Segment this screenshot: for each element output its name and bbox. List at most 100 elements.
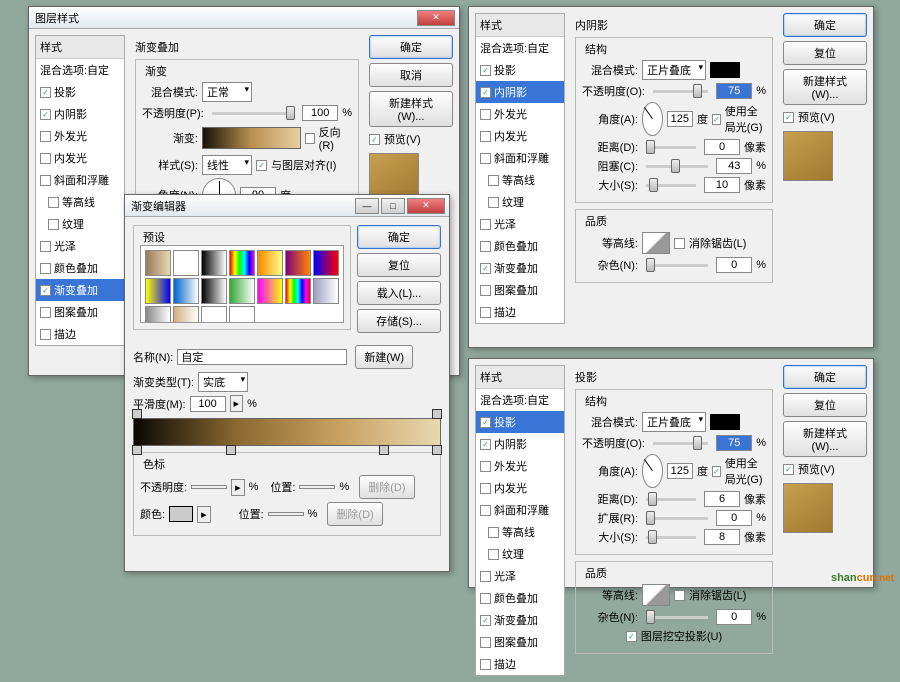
gradient-preset[interactable] [313, 278, 339, 304]
style-item[interactable]: 图案叠加 [36, 301, 124, 323]
gradient-preset[interactable] [257, 278, 283, 304]
style-check[interactable] [40, 241, 51, 252]
contour-picker[interactable] [642, 232, 670, 254]
gradient-bar[interactable] [133, 418, 441, 446]
titlebar[interactable]: 渐变编辑器 —□✕ [125, 195, 449, 217]
style-item[interactable]: 描边 [476, 653, 564, 675]
reset-button[interactable]: 复位 [357, 253, 441, 277]
save-button[interactable]: 存储(S)... [357, 309, 441, 333]
style-item[interactable]: 外发光 [36, 125, 124, 147]
style-item[interactable]: 描边 [476, 301, 564, 323]
gradient-preset[interactable] [229, 278, 255, 304]
style-item[interactable]: 颜色叠加 [36, 257, 124, 279]
gradient-preset[interactable] [173, 306, 199, 323]
close-icon[interactable]: ✕ [407, 198, 445, 214]
style-item[interactable]: 等高线 [476, 169, 564, 191]
style-item[interactable]: 内发光 [476, 125, 564, 147]
style-item[interactable]: 纹理 [476, 191, 564, 213]
reset-button[interactable]: 复位 [783, 393, 867, 417]
gradient-preset[interactable] [145, 250, 171, 276]
style-select[interactable]: 线性 [202, 155, 252, 175]
style-item[interactable]: 光泽 [476, 213, 564, 235]
style-check[interactable] [40, 175, 51, 186]
gradient-preset[interactable] [285, 278, 311, 304]
close-icon[interactable]: ✕ [417, 10, 455, 26]
gradient-preset[interactable] [201, 306, 227, 323]
gradient-preset[interactable] [285, 250, 311, 276]
style-item[interactable]: 光泽 [36, 235, 124, 257]
style-item[interactable]: 内阴影 [476, 81, 564, 103]
gradient-preset[interactable] [201, 250, 227, 276]
align-check[interactable] [256, 160, 267, 171]
style-item[interactable]: 图案叠加 [476, 279, 564, 301]
ok-button[interactable]: 确定 [783, 365, 867, 389]
gradient-picker[interactable] [202, 127, 301, 149]
style-item[interactable]: 光泽 [476, 565, 564, 587]
gradient-preset[interactable] [145, 278, 171, 304]
newstyle-button[interactable]: 新建样式(W)... [369, 91, 453, 127]
color-swatch[interactable] [710, 62, 740, 78]
style-item[interactable]: 内阴影 [476, 433, 564, 455]
blend-mode-select[interactable]: 正常 [202, 82, 252, 102]
newstyle-button[interactable]: 新建样式(W)... [783, 421, 867, 457]
load-button[interactable]: 载入(L)... [357, 281, 441, 305]
blend-options[interactable]: 混合选项:自定 [36, 59, 124, 81]
style-item[interactable]: 颜色叠加 [476, 587, 564, 609]
newstyle-button[interactable]: 新建样式(W)... [783, 69, 867, 105]
style-item[interactable]: 内阴影 [36, 103, 124, 125]
style-item[interactable]: 渐变叠加 [476, 257, 564, 279]
style-check[interactable] [40, 285, 51, 296]
style-item[interactable]: 描边 [36, 323, 124, 345]
ok-button[interactable]: 确定 [357, 225, 441, 249]
opacity-input[interactable]: 100 [302, 105, 338, 121]
style-item[interactable]: 纹理 [476, 543, 564, 565]
style-check[interactable] [48, 197, 59, 208]
new-button[interactable]: 新建(W) [355, 345, 413, 369]
style-item[interactable]: 投影 [36, 81, 124, 103]
style-check[interactable] [40, 263, 51, 274]
style-check[interactable] [40, 131, 51, 142]
gradient-preset[interactable] [229, 250, 255, 276]
smooth-input[interactable]: 100 [190, 396, 226, 412]
style-item[interactable]: 外发光 [476, 455, 564, 477]
gradient-preset[interactable] [173, 250, 199, 276]
gradient-preset[interactable] [201, 278, 227, 304]
gradient-preset[interactable] [313, 250, 339, 276]
style-check[interactable] [40, 109, 51, 120]
style-item[interactable]: 内发光 [36, 147, 124, 169]
style-item[interactable]: 纹理 [36, 213, 124, 235]
reset-button[interactable]: 复位 [783, 41, 867, 65]
gradient-preset[interactable] [145, 306, 171, 323]
style-item[interactable]: 渐变叠加 [36, 279, 124, 301]
style-item[interactable]: 颜色叠加 [476, 235, 564, 257]
gradtype-select[interactable]: 实底 [198, 372, 248, 392]
cancel-button[interactable]: 取消 [369, 63, 453, 87]
reverse-check[interactable] [305, 133, 315, 144]
style-item[interactable]: 斜面和浮雕 [36, 169, 124, 191]
preview-check[interactable] [369, 134, 380, 145]
maximize-icon[interactable]: □ [381, 198, 405, 214]
style-item[interactable]: 渐变叠加 [476, 609, 564, 631]
style-item[interactable]: 投影 [476, 59, 564, 81]
ok-button[interactable]: 确定 [369, 35, 453, 59]
style-item[interactable]: 外发光 [476, 103, 564, 125]
opacity-slider[interactable] [212, 112, 294, 115]
style-item[interactable]: 等高线 [476, 521, 564, 543]
style-item[interactable]: 等高线 [36, 191, 124, 213]
minimize-icon[interactable]: — [355, 198, 379, 214]
ok-button[interactable]: 确定 [783, 13, 867, 37]
style-item[interactable]: 图案叠加 [476, 631, 564, 653]
style-check[interactable] [40, 307, 51, 318]
gradient-preset[interactable] [173, 278, 199, 304]
style-item[interactable]: 投影 [476, 411, 564, 433]
style-check[interactable] [48, 219, 59, 230]
style-check[interactable] [40, 87, 51, 98]
style-item[interactable]: 斜面和浮雕 [476, 499, 564, 521]
titlebar[interactable]: 图层样式 ✕ [29, 7, 459, 29]
style-item[interactable]: 斜面和浮雕 [476, 147, 564, 169]
name-input[interactable] [177, 349, 347, 365]
style-check[interactable] [40, 329, 51, 340]
style-item[interactable]: 内发光 [476, 477, 564, 499]
gradient-preset[interactable] [229, 306, 255, 323]
blend-select[interactable]: 正片叠底 [642, 60, 706, 80]
